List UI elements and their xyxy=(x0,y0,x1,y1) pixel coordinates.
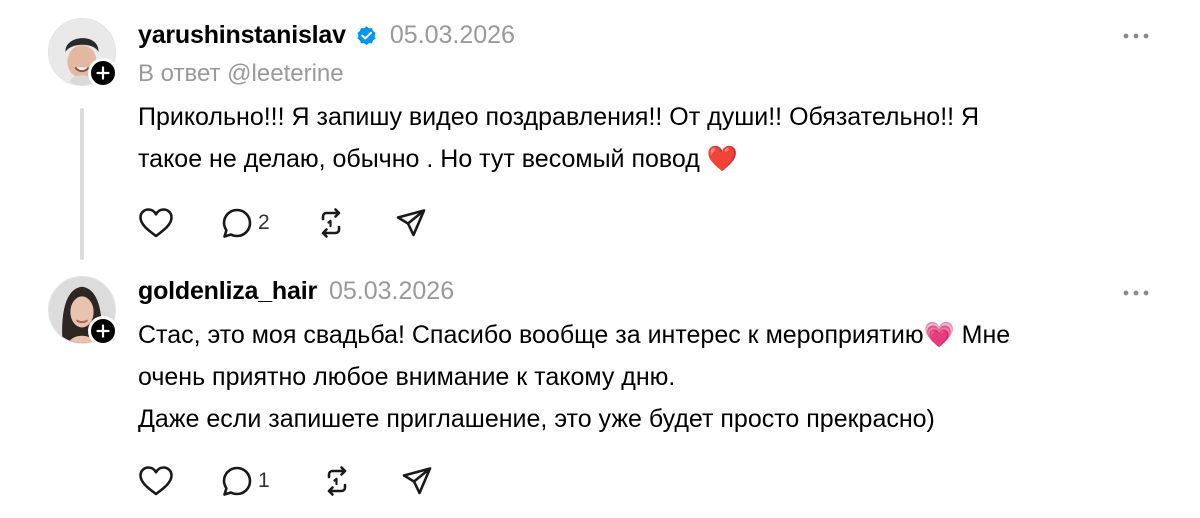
reply-count: 2 xyxy=(258,211,270,234)
like-button[interactable] xyxy=(138,465,174,497)
post-text: Стас, это моя свадьба! Спасибо вообще за… xyxy=(138,314,1158,440)
repost-button[interactable] xyxy=(314,206,348,240)
repost-icon xyxy=(321,208,340,238)
reply-button[interactable]: 1 xyxy=(220,464,270,498)
post-header: yarushinstanislav 05.03.2026 xyxy=(138,18,515,52)
share-icon xyxy=(396,209,425,237)
more-icon xyxy=(1123,290,1149,296)
post-actions: 1 xyxy=(138,463,434,499)
avatar-container xyxy=(48,276,118,346)
post-text-line: Даже если запишете приглашение, это уже … xyxy=(138,405,935,433)
post-actions: 2 xyxy=(138,205,428,241)
thread-line xyxy=(80,108,84,260)
more-options-button[interactable] xyxy=(1120,26,1152,46)
share-button[interactable] xyxy=(400,464,434,498)
reply-count: 1 xyxy=(258,469,270,492)
reply-to-label: В ответ @leeterine xyxy=(138,60,344,87)
share-icon xyxy=(402,467,431,495)
avatar-container xyxy=(48,18,118,88)
post-text-line: очень приятно любое внимание к такому дн… xyxy=(138,363,676,391)
repost-button[interactable] xyxy=(320,464,354,498)
share-button[interactable] xyxy=(394,206,428,240)
post-header: goldenliza_hair 05.03.2026 xyxy=(138,274,454,308)
repost-icon xyxy=(327,466,346,496)
post-text: Прикольно!!! Я запишу видео поздравления… xyxy=(138,96,1158,180)
post-text-line: такое не делаю, обычно . Но тут весомый … xyxy=(138,145,738,173)
verified-icon xyxy=(357,25,376,45)
post-text-line: Стас, это моя свадьба! Спасибо вообще за… xyxy=(138,321,1011,349)
thread-post: goldenliza_hair 05.03.2026 Стас, это моя… xyxy=(0,264,1200,518)
heart-icon xyxy=(139,208,173,238)
follow-button[interactable] xyxy=(88,58,118,88)
thread-post: yarushinstanislav 05.03.2026 В ответ @le… xyxy=(0,0,1200,264)
post-text-line: Прикольно!!! Я запишу видео поздравления… xyxy=(138,103,980,131)
post-date: 05.03.2026 xyxy=(328,276,455,305)
plus-icon xyxy=(96,66,110,80)
comment-icon xyxy=(222,466,252,496)
like-button[interactable] xyxy=(138,207,174,239)
username[interactable]: yarushinstanislav xyxy=(138,21,346,50)
heart-icon xyxy=(139,466,173,496)
comment-icon xyxy=(222,208,252,238)
more-options-button[interactable] xyxy=(1120,283,1152,303)
reply-button[interactable]: 2 xyxy=(220,206,270,240)
username[interactable]: goldenliza_hair xyxy=(138,277,317,306)
post-date: 05.03.2026 xyxy=(389,20,515,49)
follow-button[interactable] xyxy=(88,316,118,346)
plus-icon xyxy=(96,324,110,338)
more-icon xyxy=(1123,33,1149,39)
